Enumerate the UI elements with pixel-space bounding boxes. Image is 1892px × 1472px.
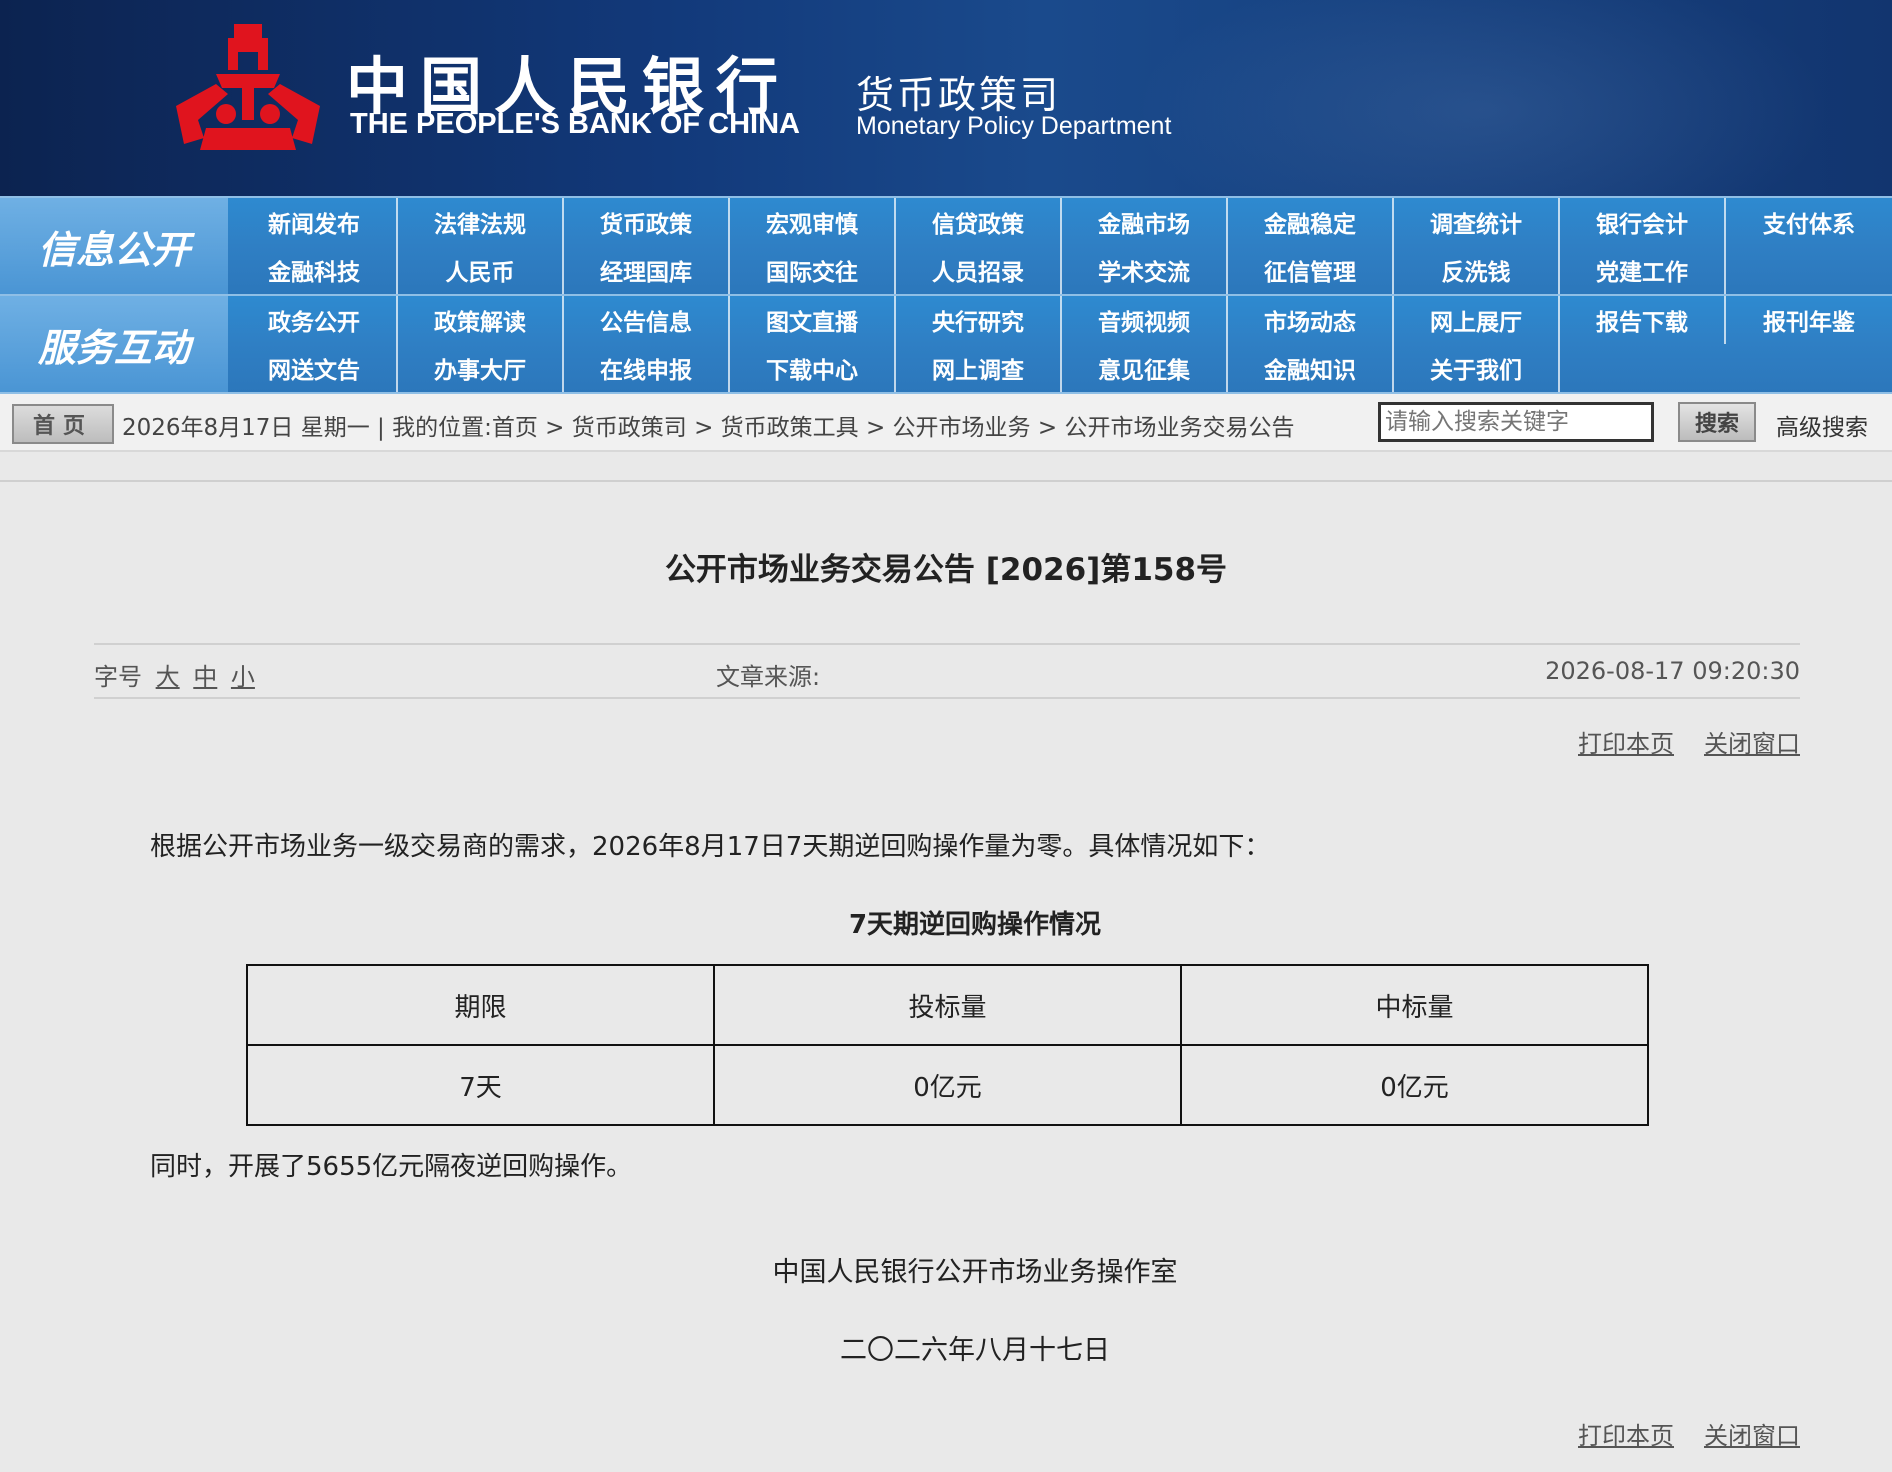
- font-size-large-link[interactable]: 大: [156, 663, 180, 691]
- nav-item-info-3[interactable]: 宏观审慎: [730, 198, 896, 246]
- nav-item-info-4[interactable]: 信贷政策: [896, 198, 1062, 246]
- page-title: 公开市场业务交易公告 [2026]第158号: [664, 552, 1228, 588]
- breadcrumb: 2026年8月17日 星期一 | 我的位置:首页 > 货币政策司 > 货币政策工…: [122, 415, 1295, 441]
- nav-item-service-7[interactable]: 网上展厅: [1394, 296, 1560, 344]
- article-actions-bottom: 打印本页 关闭窗口: [1548, 1416, 1800, 1451]
- nav-service-interaction: 服务互动 政务公开 政策解读 公告信息 图文直播 央行研究 音频视频 市场动态 网上展厅 报告下…: [0, 296, 1892, 392]
- nav-item-service-15[interactable]: 意见征集: [1062, 344, 1228, 392]
- nav-item-info-18[interactable]: 党建工作: [1560, 246, 1726, 294]
- nav-item-service-13[interactable]: 下载中心: [730, 344, 896, 392]
- font-size-label: 字号: [94, 663, 142, 691]
- nav-item-service-9[interactable]: 报刊年鉴: [1726, 296, 1892, 344]
- nav-item-info-1[interactable]: 法律法规: [398, 198, 564, 246]
- nav-item-service-2[interactable]: 公告信息: [564, 296, 730, 344]
- divider: [0, 480, 1892, 482]
- nav-item-info-0[interactable]: 新闻发布: [232, 198, 398, 246]
- nav-item-info-10[interactable]: 金融科技: [232, 246, 398, 294]
- nav-item-info-7[interactable]: 调查统计: [1394, 198, 1560, 246]
- nav-item-service-0[interactable]: 政务公开: [232, 296, 398, 344]
- nav-item-service-10[interactable]: 网送文告: [232, 344, 398, 392]
- nav-item-info-6[interactable]: 金融稳定: [1228, 198, 1394, 246]
- banner-texture: [1132, 0, 1832, 196]
- table-header-row: 期限 投标量 中标量: [246, 964, 1649, 1046]
- font-size-small-link[interactable]: 小: [231, 663, 255, 691]
- nav-info-public-grid: 新闻发布 法律法规 货币政策 宏观审慎 信贷政策 金融市场 金融稳定 调查统计 银行会计 支付体系…: [232, 198, 1892, 294]
- search-button[interactable]: 搜索: [1678, 402, 1756, 442]
- reverse-repo-table: 期限 投标量 中标量 7天 0亿元 0亿元: [246, 964, 1649, 1126]
- column-header-term: 期限: [246, 964, 715, 1046]
- font-size-medium-link[interactable]: 中: [193, 663, 217, 691]
- nav-item-service-14[interactable]: 网上调查: [896, 344, 1062, 392]
- close-window-link[interactable]: 关闭窗口: [1704, 1422, 1800, 1450]
- nav-item-service-1[interactable]: 政策解读: [398, 296, 564, 344]
- nav-item-service-5[interactable]: 音频视频: [1062, 296, 1228, 344]
- table-title: 7天期逆回购操作情况: [848, 910, 1102, 940]
- cell-term: 7天: [246, 1044, 715, 1126]
- cell-bid-volume: 0亿元: [713, 1044, 1182, 1126]
- nav-item-info-8[interactable]: 银行会计: [1560, 198, 1726, 246]
- article-source: 文章来源:: [716, 663, 821, 691]
- nav-item-info-11[interactable]: 人民币: [398, 246, 564, 294]
- department-name-en: Monetary Policy Department: [856, 112, 1172, 140]
- article-followup: 同时，开展了5655亿元隔夜逆回购操作。: [150, 1152, 633, 1182]
- signature-date: 二〇二六年八月十七日: [840, 1335, 1110, 1366]
- nav-service-label: 服务互动: [0, 296, 228, 392]
- home-button[interactable]: 首页: [12, 404, 114, 444]
- font-size-control: 字号 大 中 小: [94, 657, 255, 692]
- nav-item-service-17[interactable]: 关于我们: [1394, 344, 1560, 392]
- pboc-emblem-icon[interactable]: [176, 24, 320, 154]
- nav-item-info-13[interactable]: 国际交往: [730, 246, 896, 294]
- nav-item-service-16[interactable]: 金融知识: [1228, 344, 1394, 392]
- nav-service-grid: 政务公开 政策解读 公告信息 图文直播 央行研究 音频视频 市场动态 网上展厅 报告下载 报刊年鉴…: [232, 296, 1892, 392]
- nav-item-service-3[interactable]: 图文直播: [730, 296, 896, 344]
- nav-item-info-2[interactable]: 货币政策: [564, 198, 730, 246]
- nav-item-info-9[interactable]: 支付体系: [1726, 198, 1892, 246]
- nav-item-service-12[interactable]: 在线申报: [564, 344, 730, 392]
- cell-winning-volume: 0亿元: [1180, 1044, 1649, 1126]
- article-intro: 根据公开市场业务一级交易商的需求，2026年8月17日7天期逆回购操作量为零。具…: [150, 832, 1271, 862]
- print-page-link[interactable]: 打印本页: [1578, 730, 1674, 758]
- nav-item-service-8[interactable]: 报告下载: [1560, 296, 1726, 344]
- table-row: 7天 0亿元 0亿元: [246, 1044, 1649, 1126]
- header-banner: 中国人民银行 THE PEOPLE'S BANK OF CHINA 货币政策司 …: [0, 0, 1892, 196]
- nav-item-info-12[interactable]: 经理国库: [564, 246, 730, 294]
- divider: [94, 697, 1800, 699]
- nav-item-service-11[interactable]: 办事大厅: [398, 344, 564, 392]
- nav-info-public: 信息公开 新闻发布 法律法规 货币政策 宏观审慎 信贷政策 金融市场 金融稳定 调查统计 银行会…: [0, 198, 1892, 294]
- nav-item-service-6[interactable]: 市场动态: [1228, 296, 1394, 344]
- nav-info-public-label: 信息公开: [0, 198, 228, 294]
- divider: [94, 643, 1800, 645]
- breadcrumb-bar: 首页 2026年8月17日 星期一 | 我的位置:首页 > 货币政策司 > 货币…: [0, 394, 1892, 452]
- print-page-link[interactable]: 打印本页: [1578, 1422, 1674, 1450]
- column-header-winning-volume: 中标量: [1180, 964, 1649, 1046]
- nav-item-info-5[interactable]: 金融市场: [1062, 198, 1228, 246]
- search-input[interactable]: [1378, 402, 1654, 442]
- article-actions-top: 打印本页 关闭窗口: [1548, 724, 1800, 759]
- nav-item-info-16[interactable]: 征信管理: [1228, 246, 1394, 294]
- bank-name-en: THE PEOPLE'S BANK OF CHINA: [350, 108, 800, 140]
- nav-item-service-4[interactable]: 央行研究: [896, 296, 1062, 344]
- nav-item-info-15[interactable]: 学术交流: [1062, 246, 1228, 294]
- nav-item-info-17[interactable]: 反洗钱: [1394, 246, 1560, 294]
- article-datetime: 2026-08-17 09:20:30: [1545, 657, 1800, 685]
- column-header-bid-volume: 投标量: [713, 964, 1182, 1046]
- advanced-search-link[interactable]: 高级搜索: [1776, 408, 1868, 442]
- nav-item-info-14[interactable]: 人员招录: [896, 246, 1062, 294]
- department-name-cn: 货币政策司: [856, 73, 1062, 117]
- signature-org: 中国人民银行公开市场业务操作室: [772, 1257, 1178, 1288]
- close-window-link[interactable]: 关闭窗口: [1704, 730, 1800, 758]
